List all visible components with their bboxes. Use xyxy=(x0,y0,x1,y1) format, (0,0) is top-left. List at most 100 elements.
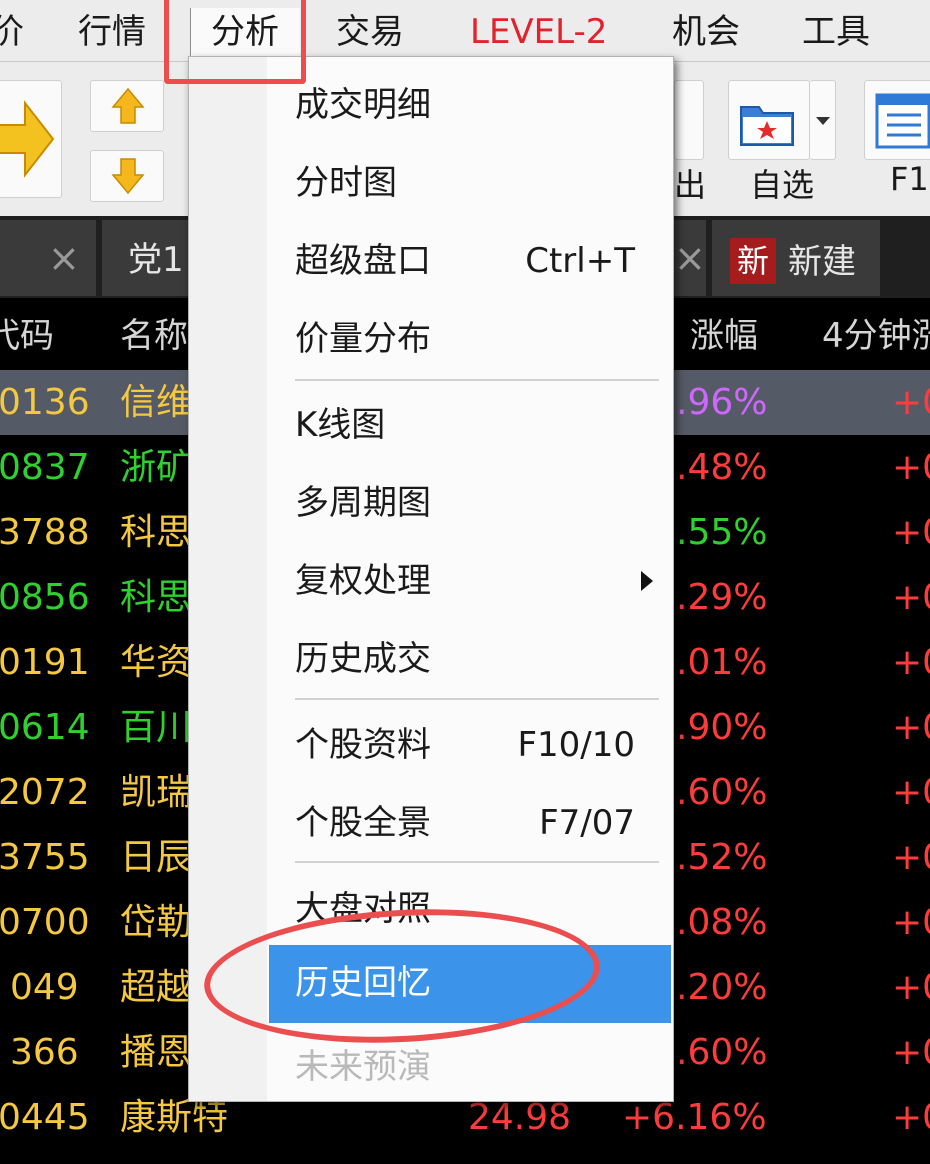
menu-option-label: 大盘对照 xyxy=(295,889,431,929)
folder-star-icon xyxy=(740,106,794,146)
name-cell: 科思 xyxy=(120,577,193,618)
menu-option-label: 复权处理 xyxy=(295,561,431,601)
close-icon[interactable]: × xyxy=(674,238,706,278)
favorites-label: 自选 xyxy=(750,166,815,204)
min4-cell: +0 xyxy=(892,1032,930,1073)
pct-cell: .90% xyxy=(676,707,768,748)
menu-option-label: 历史回忆 xyxy=(295,963,431,1003)
new-badge-icon: 新 xyxy=(730,238,776,284)
tab-second[interactable]: 党1 xyxy=(102,220,188,296)
menu-option-label: 价量分布 xyxy=(295,319,431,359)
pct-cell: .52% xyxy=(676,837,768,878)
menu-item-level2[interactable]: LEVEL-2 xyxy=(470,8,607,56)
menu-option-stock-profile[interactable]: 个股资料 F10/10 xyxy=(269,709,671,779)
close-icon[interactable]: × xyxy=(48,238,80,278)
f10-button[interactable] xyxy=(864,80,930,160)
menu-item-quotes[interactable]: 行情 xyxy=(78,8,146,56)
menu-option-label: K线图 xyxy=(295,405,386,445)
menu-item-tools[interactable]: 工具 xyxy=(802,8,870,56)
menu-option-history-trades[interactable]: 历史成交 xyxy=(269,623,671,693)
name-cell: 浙矿 xyxy=(120,447,193,488)
menu-item-analysis[interactable]: 分析 xyxy=(190,8,300,56)
menu-icon-gutter xyxy=(189,57,267,1101)
menu-option-label: 成交明细 xyxy=(295,85,431,125)
menu-option-label: 个股全景 xyxy=(295,803,431,843)
menu-bar: 价 行情 分析 交易 LEVEL-2 机会 工具 xyxy=(0,0,930,62)
menu-option-timeshare-chart[interactable]: 分时图 xyxy=(269,147,671,217)
min4-cell: +0 xyxy=(892,902,930,943)
down-arrow-icon xyxy=(111,158,145,195)
pct-cell: .01% xyxy=(676,642,768,683)
pct-cell: .60% xyxy=(676,772,768,813)
up-arrow-icon xyxy=(111,87,145,124)
code-cell: 2072 xyxy=(0,772,90,813)
menu-option-label: 多周期图 xyxy=(295,483,431,523)
name-cell: 播恩 xyxy=(120,1032,193,1073)
header-pct[interactable]: 涨幅 xyxy=(690,314,758,358)
min4-cell: +0 xyxy=(892,707,930,748)
code-cell: 0837 xyxy=(0,447,90,488)
name-cell: 日辰 xyxy=(120,837,193,878)
code-cell: 0614 xyxy=(0,707,90,748)
code-cell: 3755 xyxy=(0,837,90,878)
menu-option-volume-distribution[interactable]: 价量分布 xyxy=(269,303,671,373)
menu-option-index-comparison[interactable]: 大盘对照 xyxy=(269,873,671,943)
forward-arrow-icon xyxy=(0,100,55,178)
menu-option-label: 历史成交 xyxy=(295,639,431,679)
pct-cell: .96% xyxy=(676,382,768,423)
pct-cell: .48% xyxy=(676,447,768,488)
menu-option-super-orderbook[interactable]: 超级盘口 Ctrl+T xyxy=(269,225,671,295)
menu-item-opportunity[interactable]: 机会 xyxy=(672,8,740,56)
tab-first[interactable]: × xyxy=(0,220,96,296)
name-cell: 超越 xyxy=(120,967,193,1008)
menu-option-rights-adjustment[interactable]: 复权处理 xyxy=(269,545,671,615)
name-cell: 华资 xyxy=(120,642,193,683)
tab-new[interactable]: 新 新建 xyxy=(712,220,880,296)
header-code[interactable]: 代码 xyxy=(0,314,54,358)
code-cell: 366 xyxy=(10,1032,79,1073)
menu-option-trade-details[interactable]: 成交明细 xyxy=(269,69,671,139)
name-cell: 岱勒 xyxy=(120,902,193,943)
pct-cell: .08% xyxy=(676,902,768,943)
min4-cell: +0 xyxy=(892,837,930,878)
pct-cell: .29% xyxy=(676,577,768,618)
analysis-dropdown-menu: 成交明细 分时图 超级盘口 Ctrl+T 价量分布 K线图 多周期图 复权处理 … xyxy=(188,56,674,1102)
header-4min[interactable]: 4分钟涨 xyxy=(822,314,930,358)
pct-cell: .60% xyxy=(676,1032,768,1073)
header-name[interactable]: 名称 xyxy=(120,314,188,358)
menu-option-label: 超级盘口 xyxy=(295,241,431,281)
menu-separator xyxy=(295,861,659,863)
menu-option-shortcut: F7/07 xyxy=(539,803,635,843)
menu-option-stock-overview[interactable]: 个股全景 F7/07 xyxy=(269,787,671,857)
menu-option-shortcut: Ctrl+T xyxy=(525,241,635,281)
menu-item-price[interactable]: 价 xyxy=(0,8,24,56)
min4-cell: +0 xyxy=(892,577,930,618)
favorites-dropdown-button[interactable] xyxy=(810,80,836,160)
code-cell: 0445 xyxy=(0,1097,90,1138)
up-arrow-button[interactable] xyxy=(90,80,164,132)
favorites-button[interactable] xyxy=(728,80,810,160)
menu-option-shortcut: F10/10 xyxy=(517,725,635,765)
code-cell: 0191 xyxy=(0,642,90,683)
toolbar-partial-button[interactable] xyxy=(674,80,704,160)
code-cell: 3788 xyxy=(0,512,90,553)
min4-cell: +0 xyxy=(892,447,930,488)
menu-item-trade[interactable]: 交易 xyxy=(336,8,404,56)
code-cell: 0136 xyxy=(0,382,90,423)
menu-option-future-preview: 未来预演 xyxy=(269,1031,671,1101)
min4-cell: +0 xyxy=(892,512,930,553)
big-arrow-button[interactable] xyxy=(0,80,62,198)
min4-cell: +0 xyxy=(892,967,930,1008)
menu-option-history-recall[interactable]: 历史回忆 xyxy=(269,945,671,1023)
menu-option-label: 未来预演 xyxy=(295,1047,431,1087)
menu-option-kline-chart[interactable]: K线图 xyxy=(269,389,671,459)
f10-label: F1 xyxy=(890,160,929,198)
menu-option-label: 分时图 xyxy=(295,163,397,203)
pct-cell: .20% xyxy=(676,967,768,1008)
name-cell: 科思 xyxy=(120,512,193,553)
tab-third[interactable]: × xyxy=(674,220,706,296)
menu-option-multi-period-chart[interactable]: 多周期图 xyxy=(269,467,671,537)
down-arrow-button[interactable] xyxy=(90,150,164,202)
menu-option-label: 个股资料 xyxy=(295,725,431,765)
min4-cell: +0 xyxy=(892,382,930,423)
